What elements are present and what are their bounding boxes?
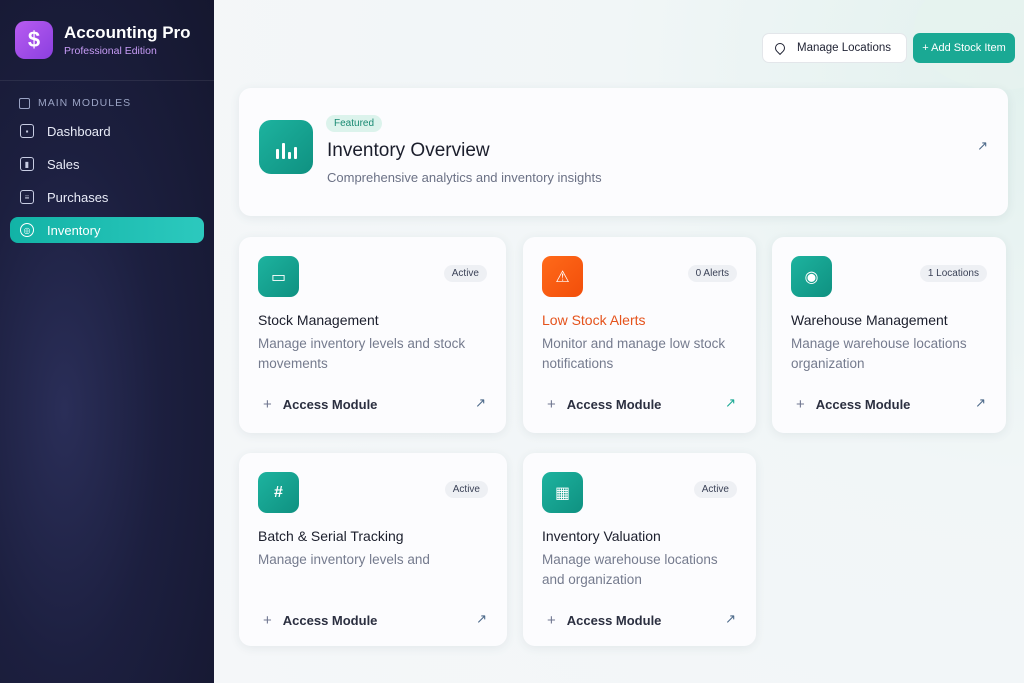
- module-description: Manage inventory levels and: [258, 552, 430, 567]
- status-badge: Active: [443, 265, 487, 282]
- plus-icon: +: [796, 396, 805, 413]
- access-module-link[interactable]: + Access Module: [547, 612, 661, 629]
- grid-icon: ▪: [20, 124, 34, 138]
- arrow-up-right-icon[interactable]: ↗: [476, 611, 487, 627]
- sidebar-item-label: Purchases: [47, 189, 109, 205]
- sidebar-item-label: Sales: [47, 156, 80, 172]
- sidebar-section-header: MAIN MODULES: [19, 97, 214, 109]
- access-module-label: Access Module: [282, 397, 378, 412]
- sidebar-nav: ▪ Dashboard ▮ Sales ≡ Purchases ◎ Invent…: [0, 118, 214, 243]
- status-badge: Active: [693, 481, 737, 498]
- brand: $ Accounting Pro Professional Edition: [0, 0, 214, 81]
- inventory-icon: ◎: [20, 223, 34, 237]
- calculator-icon: ▦: [542, 472, 583, 513]
- manage-locations-button[interactable]: Manage Locations: [762, 33, 907, 63]
- module-card-low-stock-alerts[interactable]: ⚠ 0 Alerts Low Stock Alerts Monitor and …: [523, 237, 756, 433]
- module-description: Manage inventory levels and stock moveme…: [258, 336, 466, 371]
- featured-description: Comprehensive analytics and inventory in…: [327, 170, 602, 185]
- dollar-logo-icon: $: [15, 21, 53, 59]
- sidebar-item-label: Inventory: [47, 222, 101, 238]
- sidebar-item-label: Dashboard: [47, 123, 111, 139]
- plus-icon: +: [263, 396, 272, 413]
- sidebar-section-title: MAIN MODULES: [38, 97, 132, 109]
- app-title: Accounting Pro: [64, 23, 191, 42]
- access-module-label: Access Module: [566, 397, 662, 412]
- access-module-link[interactable]: + Access Module: [263, 612, 377, 629]
- bar-chart-icon: ▮: [20, 157, 34, 171]
- arrow-up-right-icon[interactable]: ↗: [475, 395, 486, 411]
- module-title: Stock Management: [258, 312, 379, 328]
- featured-badge: Featured: [326, 115, 383, 132]
- modules-icon: [19, 97, 30, 109]
- plus-icon: +: [263, 612, 272, 629]
- access-module-label: Access Module: [815, 397, 911, 412]
- access-module-label: Access Module: [282, 613, 378, 628]
- analytics-icon: [259, 120, 313, 174]
- arrow-up-right-icon[interactable]: ↗: [975, 395, 986, 411]
- module-description: Manage warehouse locations and organizat…: [542, 552, 718, 587]
- plus-icon: +: [547, 396, 556, 413]
- app-edition: Professional Edition: [64, 45, 157, 57]
- module-description: Manage warehouse locations organization: [791, 336, 967, 371]
- access-module-link[interactable]: + Access Module: [547, 396, 661, 413]
- featured-inventory-overview-card[interactable]: Featured Inventory Overview Comprehensiv…: [239, 88, 1008, 216]
- hash-icon: #: [258, 472, 299, 513]
- sidebar-item-inventory[interactable]: ◎ Inventory: [10, 217, 204, 243]
- arrow-up-right-icon[interactable]: ↗: [977, 138, 988, 154]
- box-icon: ▭: [258, 256, 299, 297]
- location-pin-icon: [772, 40, 788, 56]
- module-card-stock-management[interactable]: ▭ Active Stock Management Manage invento…: [239, 237, 506, 433]
- manage-locations-label: Manage Locations: [797, 42, 891, 54]
- module-card-batch-serial-tracking[interactable]: # Active Batch & Serial Tracking Manage …: [239, 453, 507, 646]
- sidebar-item-purchases[interactable]: ≡ Purchases: [10, 184, 204, 210]
- access-module-label: Access Module: [566, 613, 662, 628]
- access-module-link[interactable]: + Access Module: [796, 396, 910, 413]
- purchase-icon: ≡: [20, 190, 34, 204]
- module-title: Low Stock Alerts: [542, 312, 646, 328]
- alerts-count-badge: 0 Alerts: [687, 265, 737, 282]
- locations-count-badge: 1 Locations: [919, 265, 987, 282]
- module-card-warehouse-management[interactable]: ◉ 1 Locations Warehouse Management Manag…: [772, 237, 1006, 433]
- warning-icon: ⚠: [542, 256, 583, 297]
- module-title: Warehouse Management: [791, 312, 948, 328]
- add-stock-item-button[interactable]: + Add Stock Item: [913, 33, 1015, 63]
- arrow-up-right-icon[interactable]: ↗: [725, 611, 736, 627]
- status-badge: Active: [444, 481, 488, 498]
- module-card-inventory-valuation[interactable]: ▦ Active Inventory Valuation Manage ware…: [523, 453, 756, 646]
- module-description: Monitor and manage low stock notificatio…: [542, 336, 726, 371]
- access-module-link[interactable]: + Access Module: [263, 396, 377, 413]
- arrow-up-right-icon[interactable]: ↗: [725, 395, 736, 411]
- sidebar-item-dashboard[interactable]: ▪ Dashboard: [10, 118, 204, 144]
- plus-icon: +: [547, 612, 556, 629]
- module-title: Batch & Serial Tracking: [258, 528, 404, 544]
- featured-title: Inventory Overview: [327, 140, 490, 161]
- sidebar: $ Accounting Pro Professional Edition MA…: [0, 0, 214, 683]
- location-pin-icon: ◉: [791, 256, 832, 297]
- module-title: Inventory Valuation: [542, 528, 661, 544]
- sidebar-item-sales[interactable]: ▮ Sales: [10, 151, 204, 177]
- main-content: Manage Locations + Add Stock Item Featur…: [214, 0, 1024, 683]
